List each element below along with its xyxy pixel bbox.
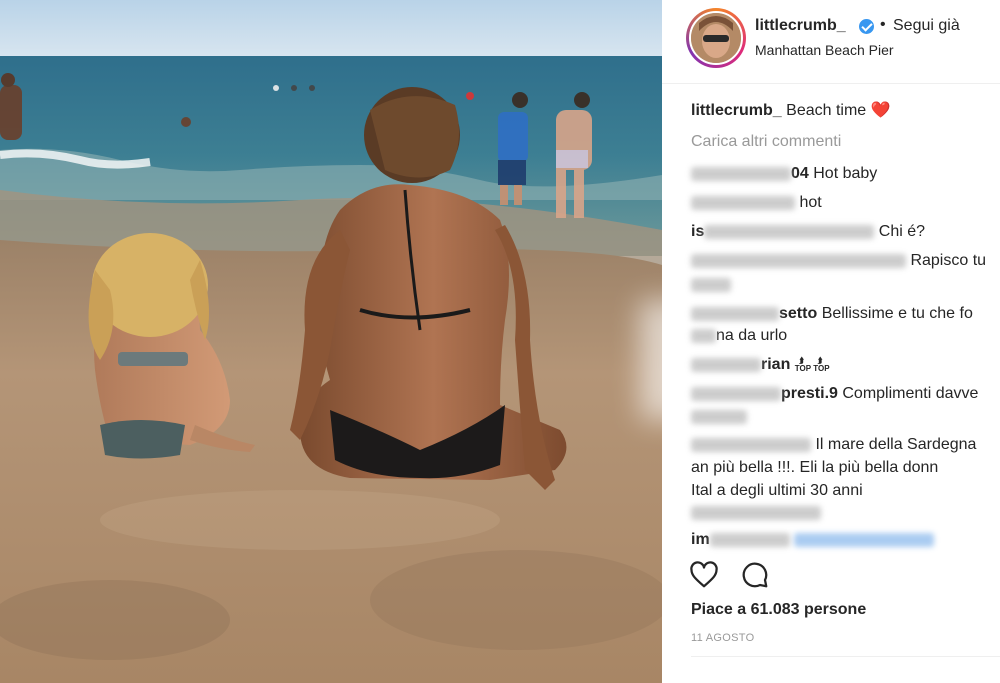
post-side-panel: littlecrumb_ • Segui già Manhattan Beach… (662, 0, 1000, 683)
comment-item: 04 Hot baby (691, 162, 877, 185)
post-actions (662, 558, 1000, 598)
comment-item: is Chi é? (691, 220, 925, 243)
post-location[interactable]: Manhattan Beach Pier (755, 42, 894, 58)
comment-item: presti.9 Complimenti davve (691, 382, 978, 405)
comment-text: Rapisco tu (910, 252, 987, 269)
comment-text: Complimenti davve (842, 385, 979, 402)
comment-username[interactable]: im (691, 531, 710, 548)
comment-item-continued (691, 273, 731, 296)
comment-username[interactable]: rian (761, 356, 790, 373)
top-badge-icon: ⮭ TOP (794, 355, 812, 373)
post-header: littlecrumb_ • Segui già Manhattan Beach… (662, 0, 1000, 84)
comment-item-continued (691, 405, 747, 428)
top-badge-icon: ⮭ TOP (813, 355, 830, 373)
comment-username[interactable]: presti.9 (781, 385, 838, 402)
caption-username[interactable]: littlecrumb_ (691, 102, 782, 119)
redacted-username (691, 195, 795, 210)
redacted-text (691, 409, 747, 424)
comment-text: an più bella !!!. Eli la più bella donn (691, 459, 939, 476)
post-date: 11 AGOSTO (691, 632, 755, 644)
comment-item: Rapisco tu (691, 249, 986, 272)
post-username[interactable]: littlecrumb_ (755, 17, 846, 35)
caption-text: Beach time ❤️ (786, 102, 891, 119)
redacted-username (691, 166, 791, 181)
comment-username[interactable]: 04 (791, 165, 809, 182)
avatar[interactable] (689, 11, 743, 65)
avatar-face-icon (691, 13, 741, 63)
redacted-username (691, 253, 906, 268)
redacted-text (691, 277, 731, 292)
comment-item-continued: an più bella !!!. Eli la più bella donn (691, 456, 938, 479)
likes-count[interactable]: Piace a 61.083 persone (691, 601, 866, 619)
comment-text: hot (799, 194, 822, 211)
comment-item-continued: na da urlo (691, 324, 787, 347)
redacted-username (709, 532, 790, 547)
heart-icon[interactable] (689, 560, 719, 590)
comment-text: na da urlo (716, 327, 788, 344)
redacted-username (704, 224, 875, 239)
redacted-emoji (691, 506, 821, 521)
comment-item: im (691, 528, 935, 551)
comment-text: Il mare della Sardegna (815, 436, 977, 453)
comment-item: setto Bellissime e tu che fo (691, 302, 973, 325)
redacted-username (691, 437, 811, 452)
comment-text: Hot baby (813, 165, 878, 182)
comment-item: hot (691, 191, 822, 214)
post-photo[interactable] (0, 0, 662, 683)
redacted-mention[interactable] (794, 532, 935, 547)
separator-dot: • (880, 16, 886, 33)
redacted-text (691, 328, 716, 343)
comment-text: Chi é? (878, 223, 926, 240)
caption: littlecrumb_ Beach time ❤️ (691, 99, 891, 122)
beach-photo-illustration (0, 0, 662, 683)
comment-username[interactable]: is (691, 223, 704, 240)
load-more-comments[interactable]: Carica altri commenti (691, 130, 841, 153)
verified-badge-icon (859, 19, 874, 34)
redacted-username (691, 306, 779, 321)
follow-button[interactable]: Segui già (893, 17, 960, 35)
comment-text: Ital a degli ultimi 30 anni (691, 482, 863, 499)
comment-item-continued: Ital a degli ultimi 30 anni (691, 479, 863, 502)
redacted-username (691, 357, 761, 372)
avatar-story-ring[interactable] (686, 8, 746, 68)
comment-item: Il mare della Sardegna (691, 433, 976, 456)
comment-bubble-icon[interactable] (740, 560, 770, 590)
comment-text: Bellissime e tu che fo (821, 305, 973, 322)
divider (691, 656, 1000, 657)
redacted-username (691, 386, 781, 401)
emoji-row (691, 502, 821, 525)
comment-item: rian ⮭ TOP ⮭ TOP (691, 353, 830, 376)
comment-username[interactable]: setto (779, 305, 817, 322)
